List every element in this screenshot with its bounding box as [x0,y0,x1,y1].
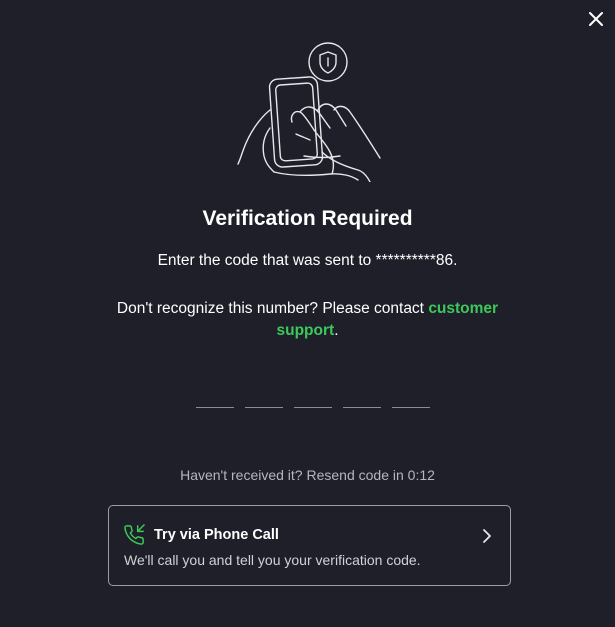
code-digit-2[interactable] [245,385,283,408]
close-icon [589,12,603,26]
phone-incoming-icon [124,524,145,545]
code-digit-5[interactable] [392,385,430,408]
verification-code-input [196,385,430,409]
code-digit-3[interactable] [294,385,332,408]
code-sent-message: Enter the code that was sent to ********… [157,252,458,269]
close-button[interactable] [585,8,607,30]
code-digit-1[interactable] [196,385,234,408]
chevron-right-icon [483,529,491,543]
phone-call-option[interactable]: Try via Phone Call We'll call you and te… [108,505,511,586]
phone-call-title: Try via Phone Call [154,527,279,543]
page-title: Verification Required [202,207,413,230]
phone-call-description: We'll call you and tell you your verific… [124,552,421,568]
support-message: Don't recognize this number? Please cont… [100,298,515,342]
resend-countdown: Haven't received it? Resend code in 0:12 [180,467,435,483]
code-digit-4[interactable] [343,385,381,408]
support-suffix: . [334,322,339,339]
support-prefix: Don't recognize this number? Please cont… [116,300,429,317]
phone-shield-illustration [237,42,381,182]
